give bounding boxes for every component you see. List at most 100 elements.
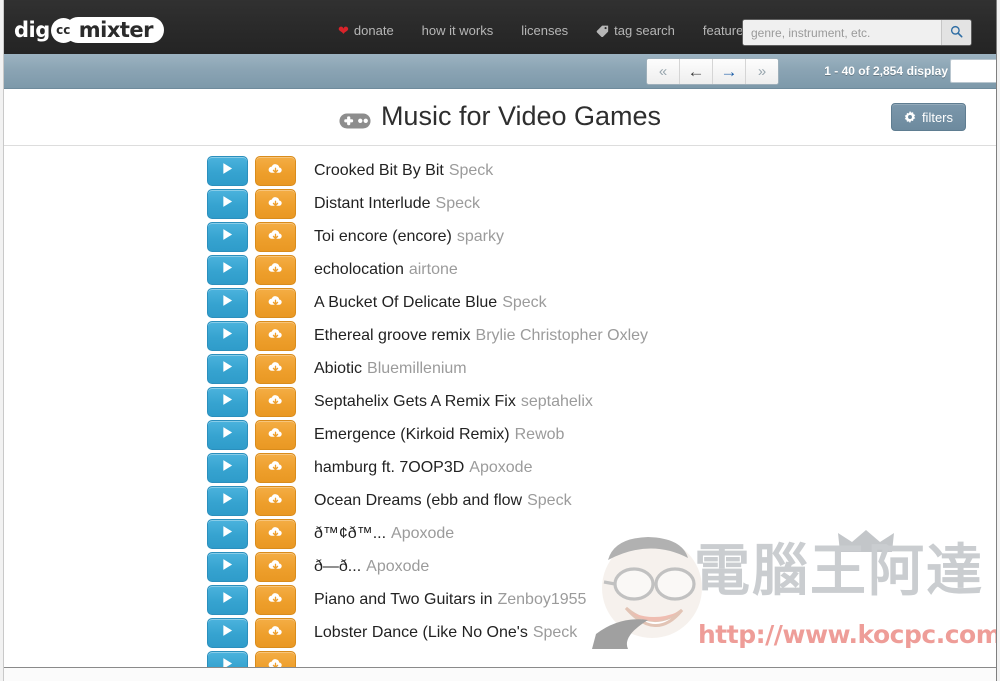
play-button[interactable] bbox=[207, 255, 248, 285]
results-toolbar: « ← → » 1 - 40 of 2,854 display bbox=[4, 54, 1000, 89]
play-icon bbox=[220, 623, 235, 643]
search-input[interactable] bbox=[743, 20, 941, 45]
play-button[interactable] bbox=[207, 618, 248, 648]
track-text bbox=[314, 658, 319, 667]
track-title[interactable]: Distant Interlude bbox=[314, 195, 431, 212]
play-button[interactable] bbox=[207, 354, 248, 384]
track-row: echolocation airtone bbox=[4, 255, 996, 285]
play-button[interactable] bbox=[207, 552, 248, 582]
play-button[interactable] bbox=[207, 387, 248, 417]
next-page-button[interactable]: → bbox=[713, 59, 746, 84]
track-title[interactable]: A Bucket Of Delicate Blue bbox=[314, 294, 497, 311]
track-artist[interactable]: Speck bbox=[449, 162, 493, 179]
track-title[interactable]: Ocean Dreams (ebb and flow bbox=[314, 492, 522, 509]
track-artist[interactable]: Brylie Christopher Oxley bbox=[476, 327, 649, 344]
download-button[interactable] bbox=[255, 420, 296, 450]
track-title[interactable]: Piano and Two Guitars in bbox=[314, 591, 492, 608]
play-button[interactable] bbox=[207, 156, 248, 186]
track-artist[interactable]: Apoxode bbox=[469, 459, 532, 476]
cloud-download-icon bbox=[267, 525, 284, 544]
download-button[interactable] bbox=[255, 189, 296, 219]
download-button[interactable] bbox=[255, 486, 296, 516]
play-button[interactable] bbox=[207, 585, 248, 615]
track-text: hamburg ft. 7OOP3D Apoxode bbox=[314, 460, 532, 476]
play-button[interactable] bbox=[207, 651, 248, 667]
cloud-download-icon bbox=[267, 195, 284, 214]
display-select[interactable] bbox=[950, 59, 1000, 83]
download-button[interactable] bbox=[255, 453, 296, 483]
filters-button[interactable]: filters bbox=[890, 103, 966, 131]
heart-icon: ❤ bbox=[338, 23, 349, 38]
play-icon bbox=[220, 656, 235, 667]
download-button[interactable] bbox=[255, 519, 296, 549]
track-row: hamburg ft. 7OOP3D Apoxode bbox=[4, 453, 996, 483]
play-icon bbox=[220, 161, 235, 181]
play-button[interactable] bbox=[207, 453, 248, 483]
logo-text-mixter: mixter bbox=[78, 17, 154, 42]
cloud-download-icon bbox=[267, 360, 284, 379]
track-title[interactable]: Toi encore (encore) bbox=[314, 228, 452, 245]
download-button[interactable] bbox=[255, 651, 296, 667]
download-button[interactable] bbox=[255, 288, 296, 318]
download-button[interactable] bbox=[255, 321, 296, 351]
download-button[interactable] bbox=[255, 255, 296, 285]
download-button[interactable] bbox=[255, 156, 296, 186]
gamepad-icon bbox=[339, 107, 371, 129]
track-artist[interactable]: Apoxode bbox=[366, 558, 429, 575]
nav-item-how-it-works[interactable]: how it works bbox=[408, 23, 508, 38]
track-title[interactable]: Abiotic bbox=[314, 360, 362, 377]
track-artist[interactable]: Bluemillenium bbox=[367, 360, 467, 377]
play-button[interactable] bbox=[207, 321, 248, 351]
track-artist[interactable]: Apoxode bbox=[391, 525, 454, 542]
track-artist[interactable]: airtone bbox=[409, 261, 458, 278]
play-button[interactable] bbox=[207, 519, 248, 549]
track-text: ð™¢ð™... Apoxode bbox=[314, 526, 454, 542]
track-artist[interactable]: Speck bbox=[502, 294, 546, 311]
download-button[interactable] bbox=[255, 222, 296, 252]
track-title[interactable]: echolocation bbox=[314, 261, 404, 278]
track-title[interactable]: Crooked Bit By Bit bbox=[314, 162, 444, 179]
track-row: Lobster Dance (Like No One's Speck bbox=[4, 618, 996, 648]
cloud-download-icon bbox=[267, 228, 284, 247]
track-title[interactable]: Ethereal groove remix bbox=[314, 327, 471, 344]
nav-item-licenses[interactable]: licenses bbox=[507, 23, 582, 38]
download-button[interactable] bbox=[255, 552, 296, 582]
track-artist[interactable]: Zenboy1955 bbox=[497, 591, 586, 608]
prev-page-button[interactable]: ← bbox=[680, 59, 713, 84]
track-artist[interactable]: Rewob bbox=[515, 426, 565, 443]
play-button[interactable] bbox=[207, 189, 248, 219]
first-page-button[interactable]: « bbox=[647, 59, 680, 84]
play-button[interactable] bbox=[207, 222, 248, 252]
track-row: Emergence (Kirkoid Remix) Rewob bbox=[4, 420, 996, 450]
play-button[interactable] bbox=[207, 486, 248, 516]
search-button[interactable] bbox=[941, 20, 971, 45]
cloud-download-icon bbox=[267, 294, 284, 313]
track-title[interactable]: Lobster Dance (Like No One's bbox=[314, 624, 528, 641]
page-title: Music for Video Games bbox=[4, 101, 996, 132]
play-button[interactable] bbox=[207, 288, 248, 318]
track-artist[interactable]: Speck bbox=[533, 624, 577, 641]
last-page-button[interactable]: » bbox=[746, 59, 778, 84]
track-artist[interactable]: septahelix bbox=[521, 393, 593, 410]
track-title[interactable]: ð—ð... bbox=[314, 558, 361, 575]
download-button[interactable] bbox=[255, 387, 296, 417]
download-button[interactable] bbox=[255, 585, 296, 615]
track-artist[interactable]: sparky bbox=[457, 228, 504, 245]
play-button[interactable] bbox=[207, 420, 248, 450]
track-text: Ethereal groove remix Brylie Christopher … bbox=[314, 328, 648, 344]
track-title[interactable]: Septahelix Gets A Remix Fix bbox=[314, 393, 516, 410]
site-logo[interactable]: dig cc mixter bbox=[14, 16, 166, 44]
nav-item-tag-search[interactable]: tag search bbox=[582, 23, 689, 38]
cloud-download-icon bbox=[267, 327, 284, 346]
download-button[interactable] bbox=[255, 354, 296, 384]
track-title[interactable]: ð™¢ð™... bbox=[314, 525, 386, 542]
play-icon bbox=[220, 194, 235, 214]
nav-item-donate[interactable]: ❤ donate bbox=[324, 23, 408, 38]
track-artist[interactable]: Speck bbox=[436, 195, 480, 212]
track-title[interactable]: hamburg ft. 7OOP3D bbox=[314, 459, 464, 476]
track-artist[interactable]: Speck bbox=[527, 492, 571, 509]
track-title[interactable]: Emergence (Kirkoid Remix) bbox=[314, 426, 510, 443]
cloud-download-icon bbox=[267, 624, 284, 643]
download-button[interactable] bbox=[255, 618, 296, 648]
track-row: Abiotic Bluemillenium bbox=[4, 354, 996, 384]
